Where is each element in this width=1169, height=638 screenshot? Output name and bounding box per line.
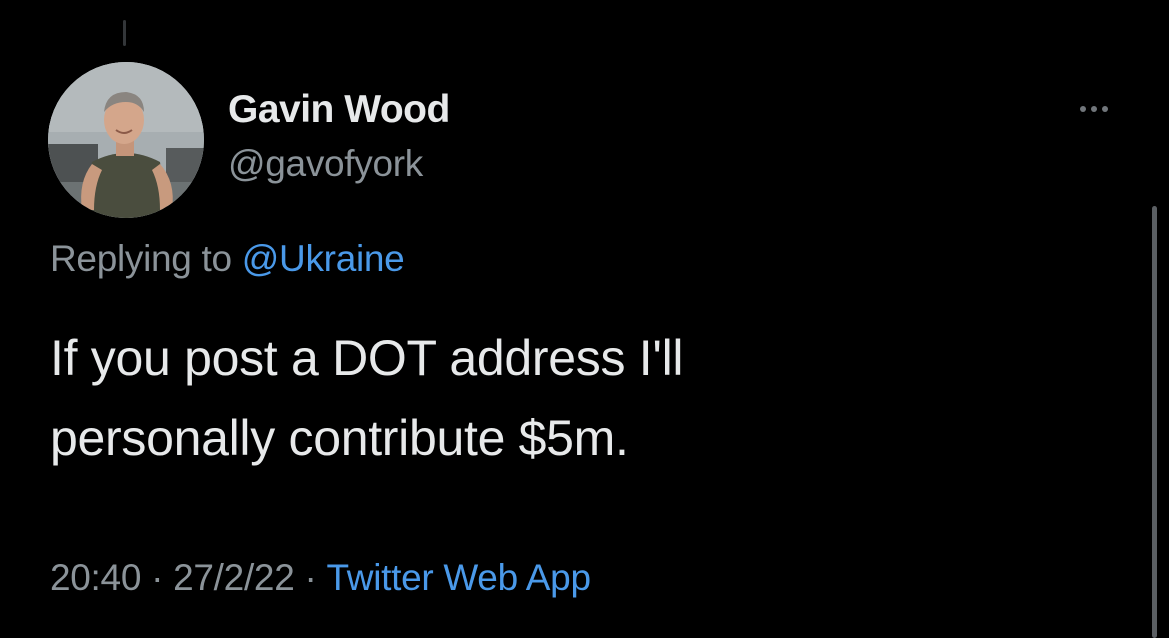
author-handle[interactable]: @gavofyork	[228, 143, 423, 185]
tweet-source-link[interactable]: Twitter Web App	[327, 557, 592, 598]
profile-photo-icon	[48, 62, 204, 218]
more-horizontal-icon	[1080, 106, 1086, 112]
more-options-button[interactable]	[1068, 92, 1120, 126]
replying-to-mention-link[interactable]: @Ukraine	[242, 238, 405, 279]
replying-to-label: Replying to	[50, 238, 232, 279]
replying-to-line: Replying to @Ukraine	[50, 238, 405, 280]
tweet-time[interactable]: 20:40	[50, 557, 141, 598]
more-horizontal-icon-dot	[1091, 106, 1097, 112]
scrollbar[interactable]	[1152, 206, 1157, 638]
thread-connector-line	[123, 20, 126, 46]
tweet-text: If you post a DOT address I'll personall…	[50, 318, 1130, 478]
metadata-separator: ·	[304, 557, 317, 598]
tweet-date[interactable]: 27/2/22	[173, 557, 295, 598]
metadata-separator: ·	[151, 557, 164, 598]
tweet-text-line: personally contribute $5m.	[50, 410, 629, 466]
tweet-text-line: If you post a DOT address I'll	[50, 330, 684, 386]
tweet-metadata: 20:40 · 27/2/22 · Twitter Web App	[50, 557, 591, 599]
more-horizontal-icon-dot	[1102, 106, 1108, 112]
avatar[interactable]	[48, 62, 204, 218]
author-display-name[interactable]: Gavin Wood	[228, 88, 450, 132]
